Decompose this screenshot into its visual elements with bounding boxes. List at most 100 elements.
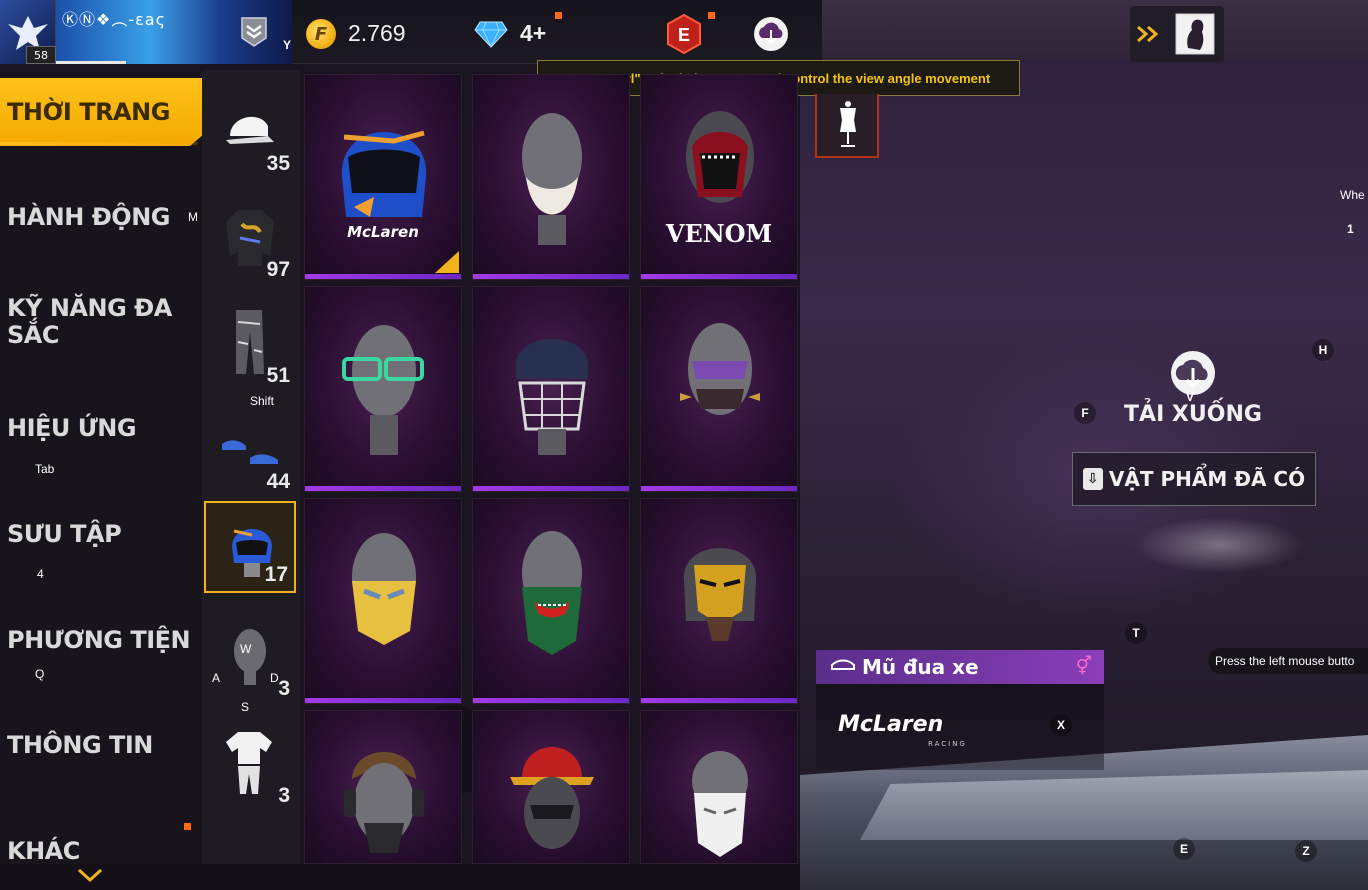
subcategory-column: 35 97 51 Shift 44 17 3 W A D S 3: [202, 70, 497, 890]
elite-pass-icon[interactable]: E: [666, 14, 702, 54]
category-label: PHƯƠNG TIỆN: [7, 626, 191, 654]
player-level: 58: [26, 46, 56, 64]
category-info[interactable]: THÔNG TIN: [0, 732, 202, 759]
diamond-value[interactable]: 4+: [520, 20, 546, 47]
item-card-cricket-helmet[interactable]: [472, 286, 630, 492]
bottom-strip: [0, 864, 800, 890]
joystick-key-s: S: [241, 700, 250, 714]
rarity-bar: [473, 274, 629, 279]
wheel-hint: Whe: [1340, 188, 1365, 202]
joystick-key-w: W: [240, 642, 252, 656]
rarity-bar: [473, 698, 629, 703]
key-hint-1: 1: [1347, 222, 1354, 236]
category-sidebar: THỜI TRANG HÀNH ĐỘNG M KỸ NĂNG ĐA SẮC HI…: [0, 70, 202, 890]
other-notification-dot: [184, 823, 191, 830]
owned-items-label: VẬT PHẨM ĐÃ CÓ: [1108, 467, 1306, 491]
key-hint-z: Z: [1295, 840, 1317, 862]
rarity-bar: [641, 274, 797, 279]
gold-coin-icon: F: [306, 19, 336, 49]
rank-icon[interactable]: [240, 16, 268, 48]
key-hint-h: H: [1312, 339, 1334, 361]
cloud-download-icon[interactable]: [752, 16, 790, 52]
category-other[interactable]: KHÁC: [0, 838, 202, 865]
cricket-helmet-icon: [515, 339, 589, 455]
item-card-joker-bandana[interactable]: [472, 498, 630, 704]
selected-item-title: Mũ đua xe: [862, 655, 979, 679]
item-card-beard-mask[interactable]: [472, 74, 630, 280]
category-label: THÔNG TIN: [7, 731, 153, 759]
download-label[interactable]: TẢI XUỐNG: [1118, 402, 1268, 427]
selected-item-brand-sub: RACING: [928, 740, 967, 748]
key-hint-t: T: [1125, 622, 1147, 644]
rarity-bar: [305, 486, 461, 491]
top-bar: 58 ⓀⓃ❖︵-ɛaς Y F 2.769 4+ E: [0, 0, 822, 64]
category-collection[interactable]: SƯU TẬP: [0, 521, 202, 548]
category-multicolor-skill[interactable]: KỸ NĂNG ĐA SẮC: [0, 295, 202, 349]
item-card-spiked-mask[interactable]: [640, 286, 798, 492]
rarity-bar: [473, 486, 629, 491]
outfit-icon: [226, 732, 272, 794]
mannequin-icon: [840, 101, 856, 147]
item-card-green-glasses[interactable]: [304, 286, 462, 492]
item-brand: McLaren: [347, 223, 419, 241]
inbox-icon: ⇩: [1082, 468, 1103, 490]
subcategory-helmet[interactable]: 17: [204, 501, 296, 593]
active-category-underline: [0, 142, 198, 145]
tiger-mask-icon: [683, 548, 757, 641]
item-card-mclaren-helmet[interactable]: McLaren: [304, 74, 462, 280]
item-card-headphone-gasmask[interactable]: [304, 710, 462, 864]
selected-item-panel: Mũ đua xe ⚥ McLaren RACING: [816, 650, 1104, 770]
scene-wall: [800, 0, 1368, 60]
category-actions[interactable]: HÀNH ĐỘNG: [0, 204, 202, 231]
equipped-check-icon: [435, 251, 459, 273]
category-label: HIỆU ỨNG: [7, 414, 137, 442]
subcategory-cap[interactable]: 35: [204, 88, 296, 180]
key-hint-tab: Tab: [35, 462, 55, 476]
subcategory-count: 44: [266, 470, 290, 493]
rarity-bar: [305, 274, 461, 279]
category-label: HÀNH ĐỘNG: [7, 203, 170, 231]
category-label: KỸ NĂNG ĐA SẮC: [7, 294, 172, 349]
category-vehicles[interactable]: PHƯƠNG TIỆN: [0, 627, 202, 654]
top-right-panel: [1130, 6, 1224, 62]
item-brand: VENOM: [665, 219, 773, 248]
gold-mask-icon: [352, 533, 416, 645]
item-card-gold-face-mask[interactable]: [304, 498, 462, 704]
item-card-hat-mask[interactable]: [472, 710, 630, 864]
item-card-white-face-mask[interactable]: [640, 710, 798, 864]
player-name: ⓀⓃ❖︵-ɛaς: [62, 10, 166, 29]
chevron-down-icon[interactable]: [76, 866, 104, 886]
spiked-mask-icon: [680, 323, 760, 415]
subcategory-count: 17: [264, 563, 288, 586]
subcategory-pants[interactable]: 51: [204, 300, 296, 392]
rarity-bar: [305, 698, 461, 703]
category-label: KHÁC: [7, 837, 80, 865]
key-hint-4: 4: [37, 567, 44, 581]
item-grid: McLaren VENOM: [304, 74, 800, 864]
selected-item-brand: McLaren: [838, 712, 944, 737]
item-card-venom-mask[interactable]: VENOM: [640, 74, 798, 280]
category-effects[interactable]: HIỆU ỨNG: [0, 415, 202, 442]
elite-notification-dot: [708, 12, 715, 19]
subcategory-outfit[interactable]: 3: [204, 720, 296, 812]
gold-coin-value: 2.769: [348, 20, 406, 46]
key-hint-f: F: [1074, 402, 1096, 424]
mannequin-button[interactable]: [815, 94, 879, 158]
owned-items-button[interactable]: ⇩ VẬT PHẨM ĐÃ CÓ: [1072, 452, 1316, 506]
item-card-gold-tiger-mask[interactable]: [640, 498, 798, 704]
character-select-icon[interactable]: [1170, 12, 1220, 56]
subcategory-shoes[interactable]: 44: [204, 406, 296, 498]
headgear-icon: [831, 659, 855, 670]
subcategory-count: 3: [278, 677, 290, 700]
coin-symbol: F: [314, 23, 328, 45]
rarity-bar: [641, 698, 797, 703]
subcategory-mask[interactable]: 3: [204, 613, 296, 705]
double-chevron-right-icon[interactable]: [1136, 24, 1160, 44]
selected-item-title-bar: Mũ đua xe ⚥: [816, 650, 1104, 684]
subcategory-jacket[interactable]: 97: [204, 194, 296, 286]
category-fashion[interactable]: THỜI TRANG: [0, 78, 202, 146]
subcategory-count: 35: [266, 152, 290, 175]
joystick-key-d: D: [270, 671, 279, 685]
key-hint-y: Y: [283, 38, 292, 52]
joystick-key-a: A: [212, 671, 221, 685]
